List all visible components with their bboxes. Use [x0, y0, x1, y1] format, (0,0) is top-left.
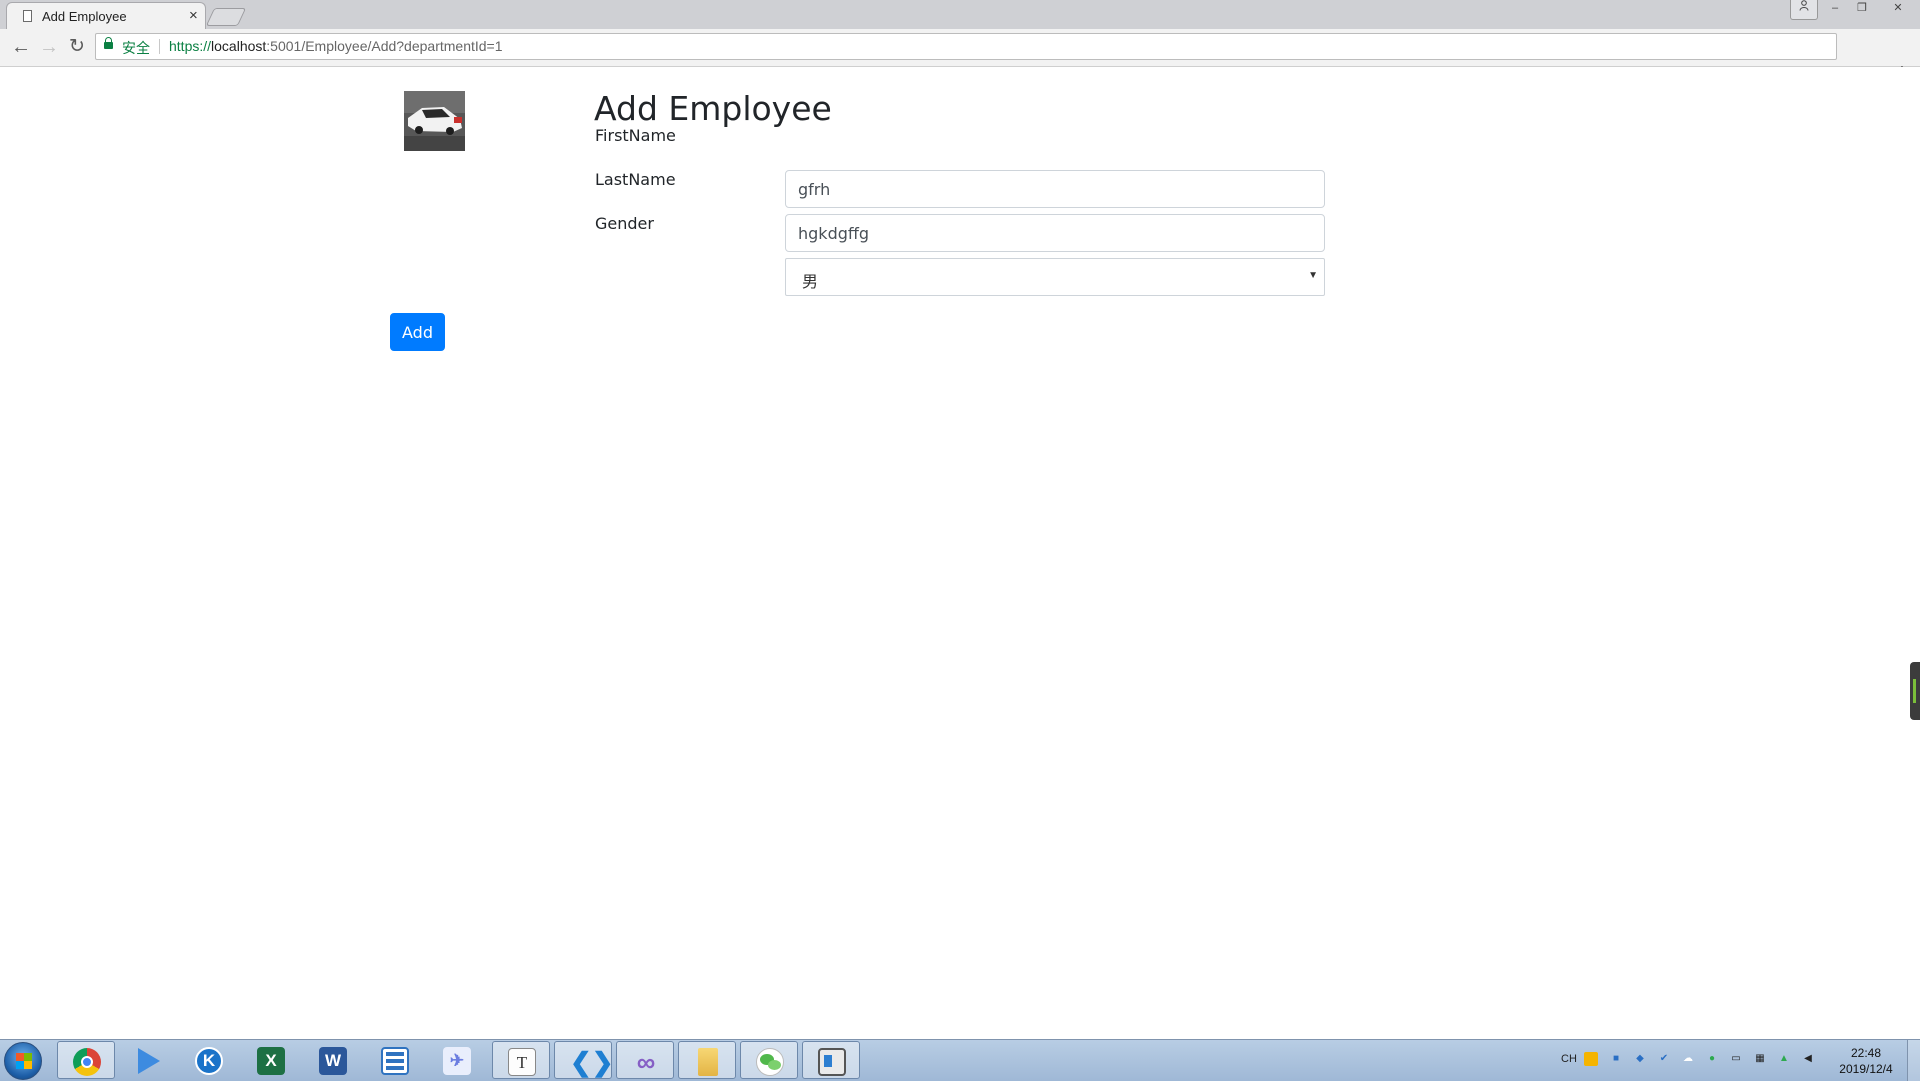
taskbar-typora[interactable]: T: [492, 1041, 550, 1079]
gender-select[interactable]: 男 ▼: [785, 258, 1325, 296]
taskbar-visual-studio[interactable]: ∞: [616, 1041, 674, 1079]
tray-shield-icon[interactable]: ◆: [1633, 1052, 1647, 1066]
car-logo-image: [404, 91, 465, 151]
taskbar-kugou[interactable]: K: [180, 1041, 238, 1079]
taskbar: K X W ✈ T ❮❯ ∞ CH ■ ◆ ✔ ☁ ● ▭ ▦ ▲ ◀ 22:4…: [0, 1039, 1920, 1081]
new-tab-button[interactable]: [205, 8, 247, 26]
word-icon: W: [319, 1047, 347, 1075]
page-title: Add Employee: [594, 89, 832, 128]
taskbar-list-app[interactable]: [366, 1041, 424, 1079]
excel-icon: X: [257, 1047, 285, 1075]
reload-icon[interactable]: ↻: [64, 34, 90, 60]
close-window-icon[interactable]: ✕: [1882, 0, 1914, 19]
gender-label: Gender: [595, 214, 654, 233]
user-profile-icon[interactable]: [1790, 0, 1818, 20]
windows-logo-icon: [16, 1053, 32, 1069]
last-name-label: LastName: [595, 170, 676, 189]
language-indicator[interactable]: CH: [1560, 1052, 1578, 1066]
first-name-input[interactable]: [785, 170, 1325, 208]
browser-toolbar: ← → ↻ 安全 https://localhost:5001/Employee…: [0, 29, 1920, 84]
visual-studio-icon: ∞: [636, 1047, 656, 1077]
tray-cloud-icon[interactable]: ☁: [1681, 1052, 1695, 1066]
taskbar-file-explorer[interactable]: [678, 1041, 736, 1079]
wechat-icon: [756, 1048, 784, 1076]
last-name-input[interactable]: [785, 214, 1325, 252]
taskbar-bird-app[interactable]: ✈: [428, 1041, 486, 1079]
url-path: :5001/Employee/Add?departmentId=1: [266, 38, 503, 54]
vscode-icon: ❮❯: [570, 1047, 614, 1077]
taskbar-wechat[interactable]: [740, 1041, 798, 1079]
add-button[interactable]: Add: [390, 313, 445, 351]
tray-wechat-icon[interactable]: ●: [1705, 1052, 1719, 1066]
typora-icon: T: [508, 1048, 536, 1076]
taskbar-excel[interactable]: X: [242, 1041, 300, 1079]
page-icon: [23, 10, 32, 22]
folder-icon: [698, 1048, 718, 1076]
forward-arrow-icon[interactable]: →: [36, 34, 62, 60]
tab-strip: Add Employee × – ❐ ✕: [0, 0, 1920, 29]
show-desktop-button[interactable]: [1907, 1040, 1920, 1081]
play-icon: [138, 1048, 160, 1074]
url-text[interactable]: https://localhost:5001/Employee/Add?depa…: [169, 38, 503, 54]
minimize-icon[interactable]: –: [1822, 0, 1848, 19]
chrome-icon: [73, 1048, 101, 1076]
restore-icon[interactable]: ❐: [1849, 0, 1875, 19]
address-bar[interactable]: 安全 https://localhost:5001/Employee/Add?d…: [95, 33, 1837, 60]
taskbar-media-player[interactable]: [118, 1041, 176, 1079]
first-name-label: FirstName: [595, 126, 676, 145]
tray-check-icon[interactable]: ✔: [1657, 1052, 1671, 1066]
taskbar-chrome[interactable]: [57, 1041, 115, 1079]
tab-title: Add Employee: [42, 9, 127, 24]
volume-icon[interactable]: ◀: [1801, 1052, 1815, 1066]
tray-network-icon[interactable]: ▲: [1777, 1052, 1791, 1066]
whiteboard-icon: [818, 1048, 846, 1076]
url-host: localhost: [211, 38, 267, 54]
url-scheme: https://: [169, 38, 212, 54]
close-tab-icon[interactable]: ×: [189, 7, 198, 24]
page-content: Add Employee FirstName LastName Gender 男…: [0, 67, 1920, 1039]
bird-icon: ✈: [443, 1047, 471, 1075]
kugou-icon: K: [195, 1047, 223, 1075]
dropdown-arrow-icon: ▼: [1308, 270, 1318, 281]
list-app-icon: [381, 1047, 409, 1075]
clock-time: 22:48: [1850, 1046, 1882, 1060]
divider: [159, 39, 160, 54]
side-panel-handle[interactable]: [1910, 662, 1920, 720]
tray-bag-icon[interactable]: ■: [1609, 1052, 1623, 1066]
taskbar-whiteboard[interactable]: [802, 1041, 860, 1079]
browser-tab[interactable]: Add Employee ×: [6, 2, 206, 29]
system-clock[interactable]: 22:48 2019/12/4: [1818, 1045, 1914, 1077]
taskbar-word[interactable]: W: [304, 1041, 362, 1079]
tray-app-icon[interactable]: [1584, 1052, 1598, 1066]
gender-selected-value: 男: [802, 272, 819, 291]
taskbar-vscode[interactable]: ❮❯: [554, 1041, 614, 1079]
back-arrow-icon[interactable]: ←: [8, 34, 34, 60]
tray-device-icon[interactable]: ▦: [1753, 1052, 1767, 1066]
clock-date: 2019/12/4: [1839, 1062, 1893, 1076]
security-label: 安全: [122, 40, 150, 56]
start-button[interactable]: [4, 1042, 42, 1080]
lock-icon: [104, 37, 113, 49]
tray-display-icon[interactable]: ▭: [1729, 1052, 1743, 1066]
